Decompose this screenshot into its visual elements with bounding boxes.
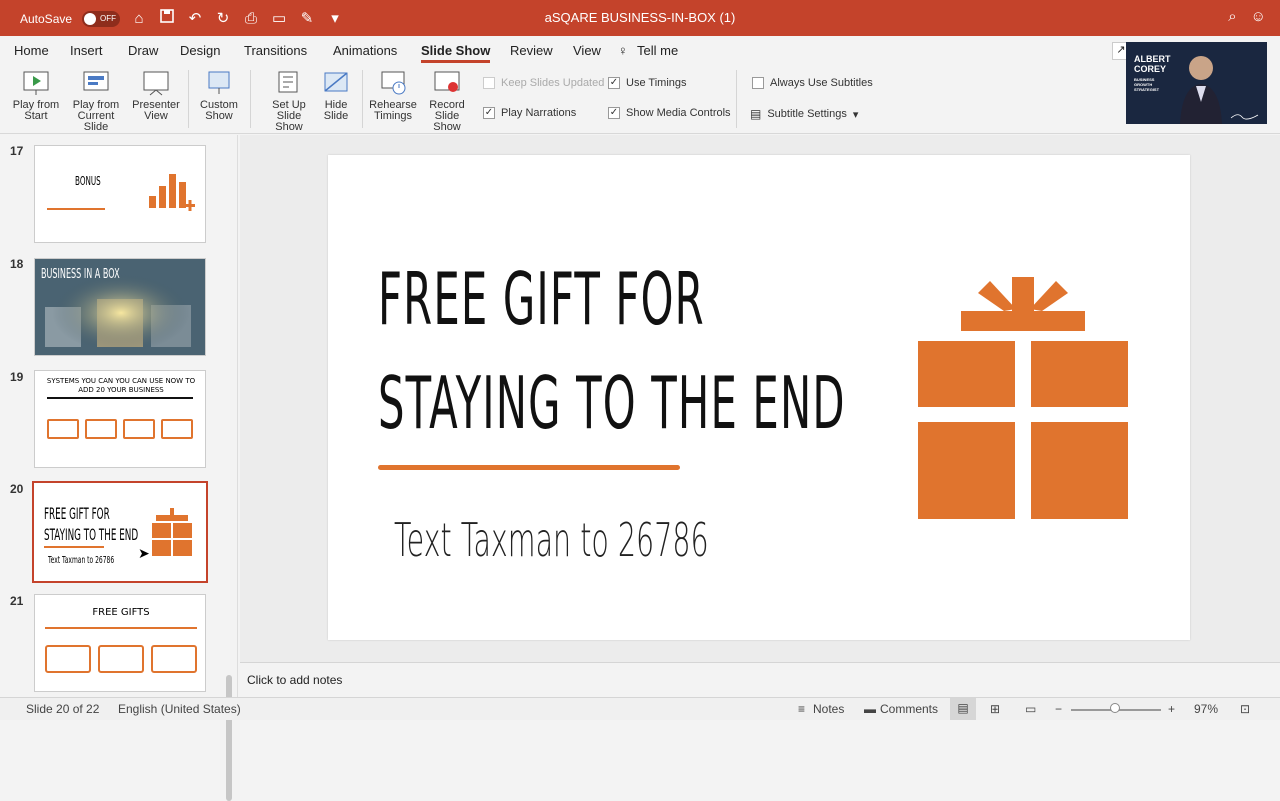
- slide-sorter-icon[interactable]: ⊞: [990, 702, 1000, 716]
- gift-icon: [918, 277, 1128, 519]
- play-current-icon: [83, 71, 109, 91]
- use-timings-checkbox[interactable]: ✓ Use Timings: [608, 77, 687, 89]
- slide-thumbnail-19[interactable]: SYSTEMS YOU CAN YOU CAN USE NOW TO ADD 2…: [34, 370, 206, 468]
- chevron-down-icon: ▾: [852, 108, 859, 121]
- slide-thumbnail-17[interactable]: BONUS: [34, 145, 206, 243]
- presenter-icon: [143, 71, 169, 96]
- tab-slide-show[interactable]: Slide Show: [421, 43, 491, 63]
- normal-view-icon[interactable]: ▤: [950, 698, 976, 720]
- show-media-controls-checkbox[interactable]: ✓ Show Media Controls: [608, 107, 731, 119]
- presenter-view-button[interactable]: Presenter View: [132, 70, 180, 122]
- search-icon[interactable]: ⌕: [1228, 8, 1236, 25]
- slide-number: 20: [10, 482, 24, 496]
- signature-icon: [1230, 114, 1259, 120]
- play-from-start-button[interactable]: Play from Start: [12, 70, 60, 122]
- slide-title[interactable]: FREE GIFT FOR STAYING TO THE END: [378, 247, 846, 455]
- tab-view[interactable]: View: [573, 43, 601, 58]
- play-icon: [23, 71, 49, 95]
- document-title: aSQARE BUSINESS-IN-BOX (1): [544, 10, 736, 25]
- presenter-tagline: BUSINESS GROWTH STRATEGIST: [1134, 77, 1160, 92]
- hide-slide-button[interactable]: Hide Slide: [320, 70, 352, 122]
- set-up-slide-show-button[interactable]: Set Up Slide Show: [262, 70, 316, 133]
- custom-show-icon: [208, 71, 230, 94]
- slide-thumbnail-21[interactable]: FREE GIFTS: [34, 594, 206, 692]
- slide-thumbnail-20[interactable]: FREE GIFT FOR STAYING TO THE END Text Ta…: [32, 481, 208, 583]
- title-underline: [378, 465, 680, 470]
- tab-animations[interactable]: Animations: [333, 43, 397, 58]
- slide-number: 19: [10, 370, 24, 384]
- zoom-level[interactable]: 97%: [1194, 702, 1218, 716]
- slide-number: 17: [10, 144, 24, 158]
- slide-number: 18: [10, 257, 24, 271]
- tab-design[interactable]: Design: [180, 43, 220, 58]
- comments-icon: ▬: [864, 702, 876, 716]
- tab-tell-me[interactable]: Tell me: [637, 43, 678, 58]
- slide-number: 21: [10, 594, 24, 608]
- setup-icon: [278, 71, 298, 93]
- rehearse-icon: [381, 71, 406, 95]
- record-icon: [434, 71, 460, 92]
- reading-view-icon[interactable]: ▭: [1025, 702, 1036, 716]
- ribbon-slide-show: Play from Start Play from Current Slide Pr…: [0, 66, 1280, 134]
- tab-home[interactable]: Home: [14, 43, 49, 58]
- title-bar: AutoSave OFF ⌂ ↶ ↻ ⎙ ▭ ✎ ▾ aSQARE BUSINE…: [0, 0, 1280, 36]
- subtitle-icon: ▤: [750, 107, 762, 121]
- mouse-cursor-icon: ➤: [138, 545, 150, 561]
- comments-toggle-button[interactable]: Comments: [880, 702, 938, 716]
- notes-icon: ≡: [798, 702, 806, 716]
- slide-counter: Slide 20 of 22: [26, 702, 100, 716]
- notes-pane[interactable]: Click to add notes: [240, 662, 1280, 696]
- notes-toggle-button[interactable]: Notes: [813, 702, 844, 716]
- slide-editor: FREE GIFT FOR STAYING TO THE END Text Ta…: [240, 135, 1280, 662]
- presenter-photo: [1180, 56, 1222, 124]
- always-use-subtitles-checkbox[interactable]: Always Use Subtitles: [752, 77, 873, 89]
- status-bar: Slide 20 of 22 English (United States) ≡…: [0, 697, 1280, 720]
- custom-show-button[interactable]: Custom Show: [196, 70, 242, 122]
- notes-placeholder: Click to add notes: [247, 673, 343, 687]
- tab-insert[interactable]: Insert: [70, 43, 103, 58]
- fit-to-window-icon[interactable]: ⊡: [1240, 702, 1250, 716]
- bar-chart-plus-icon: [149, 174, 195, 211]
- tab-draw[interactable]: Draw: [128, 43, 158, 58]
- slide-thumbnail-panel: 17 BONUS 18 BUSINESS IN A BOX 19 SYSTEMS…: [0, 135, 238, 801]
- subtitle-settings-button[interactable]: ▤ Subtitle Settings ▾: [750, 107, 858, 121]
- presenter-name-line2: COREY: [1134, 64, 1167, 74]
- slide-subtitle[interactable]: Text Taxman to 26786: [394, 513, 709, 567]
- thumbnail-scrollbar[interactable]: [226, 675, 232, 801]
- lightbulb-icon: ♀: [618, 43, 628, 58]
- play-from-current-button[interactable]: Play from Current Slide: [64, 70, 128, 133]
- language-indicator[interactable]: English (United States): [118, 702, 241, 716]
- gift-icon: [152, 508, 192, 556]
- play-narrations-checkbox[interactable]: ✓ Play Narrations: [483, 107, 576, 119]
- zoom-slider-handle[interactable]: [1110, 703, 1120, 713]
- rehearse-timings-button[interactable]: Rehearse Timings: [368, 70, 418, 122]
- slide-thumbnail-18[interactable]: BUSINESS IN A BOX: [34, 258, 206, 356]
- presenter-video-overlay: ALBERT COREY BUSINESS GROWTH STRATEGIST: [1126, 42, 1267, 124]
- record-slide-show-button[interactable]: Record Slide Show: [420, 70, 474, 133]
- tab-transitions[interactable]: Transitions: [244, 43, 307, 58]
- zoom-in-icon[interactable]: +: [1168, 702, 1175, 716]
- keep-slides-updated-checkbox[interactable]: Keep Slides Updated: [483, 77, 604, 89]
- hide-slide-icon: [324, 72, 348, 92]
- zoom-out-icon[interactable]: −: [1055, 702, 1062, 716]
- ribbon-tabs: Home Insert Draw Design Transitions Anim…: [0, 36, 1280, 66]
- tab-review[interactable]: Review: [510, 43, 553, 58]
- feedback-icon[interactable]: ☺: [1251, 8, 1266, 25]
- current-slide[interactable]: FREE GIFT FOR STAYING TO THE END Text Ta…: [328, 155, 1190, 640]
- presenter-name-line1: ALBERT: [1134, 54, 1171, 64]
